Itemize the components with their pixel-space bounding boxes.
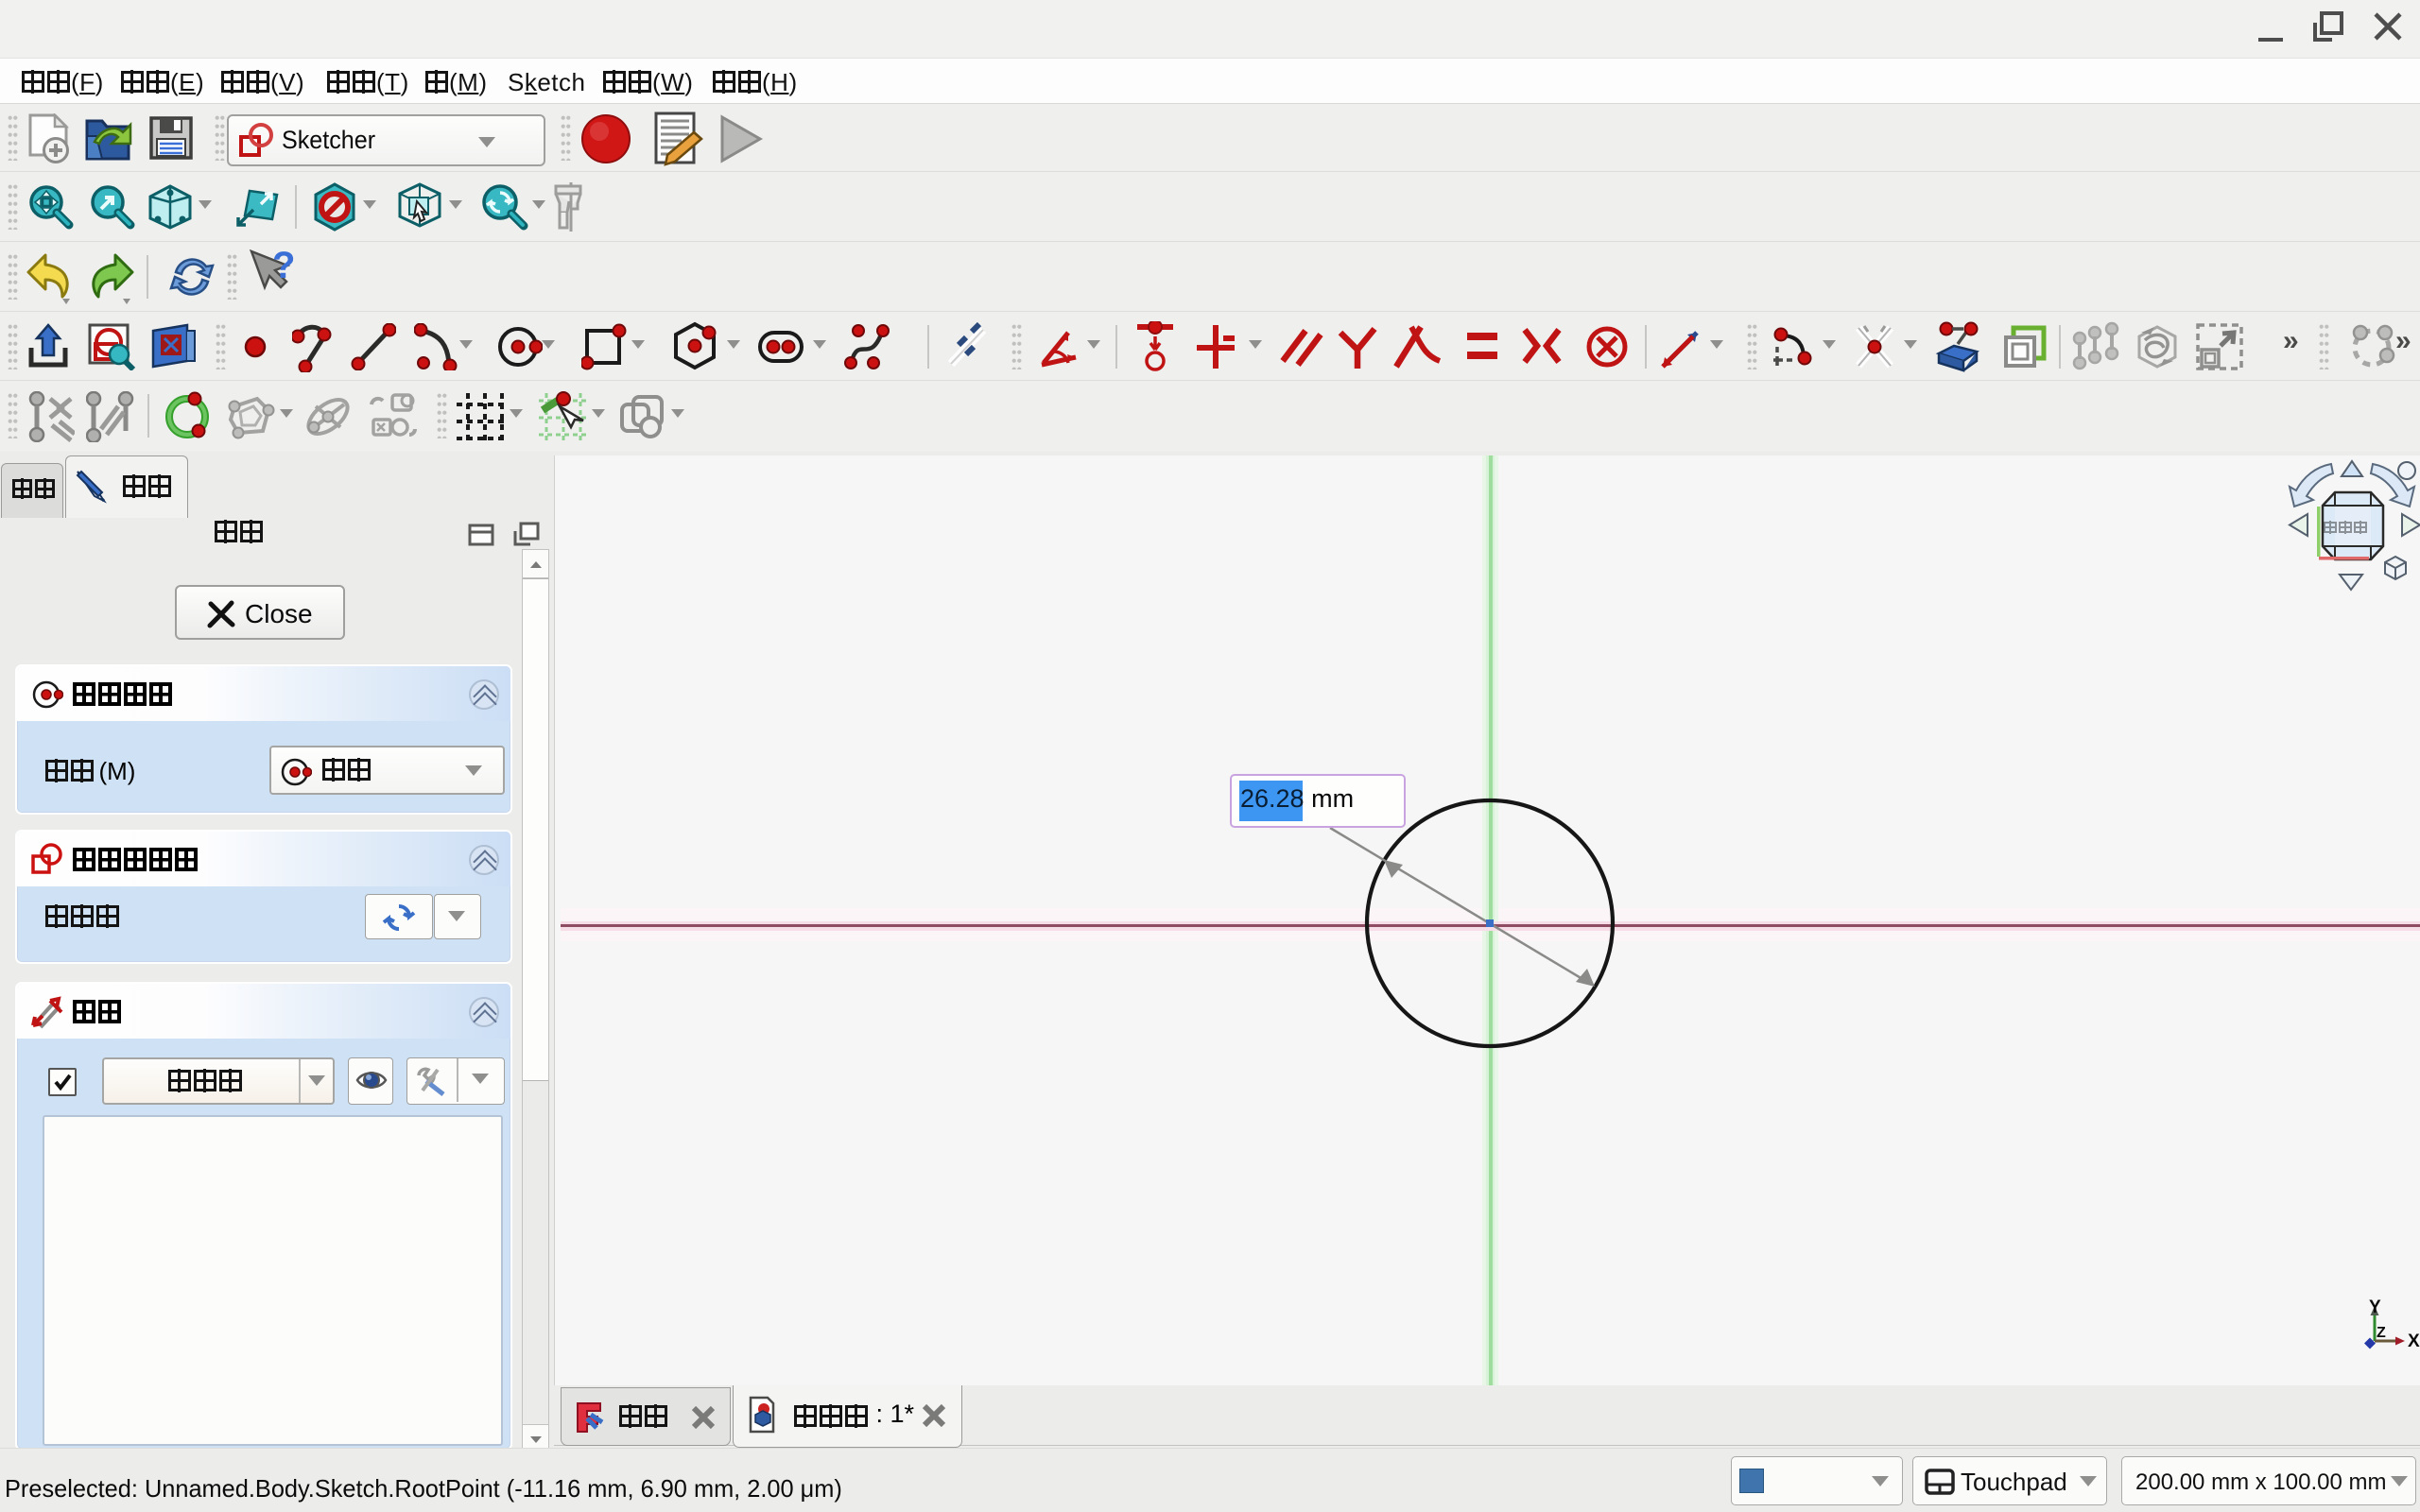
svg-text:Z: Z <box>2377 1325 2386 1341</box>
svg-text:?: ? <box>272 249 295 286</box>
svg-text:X: X <box>2408 1332 2420 1351</box>
svg-text:Y: Y <box>2369 1297 2381 1317</box>
